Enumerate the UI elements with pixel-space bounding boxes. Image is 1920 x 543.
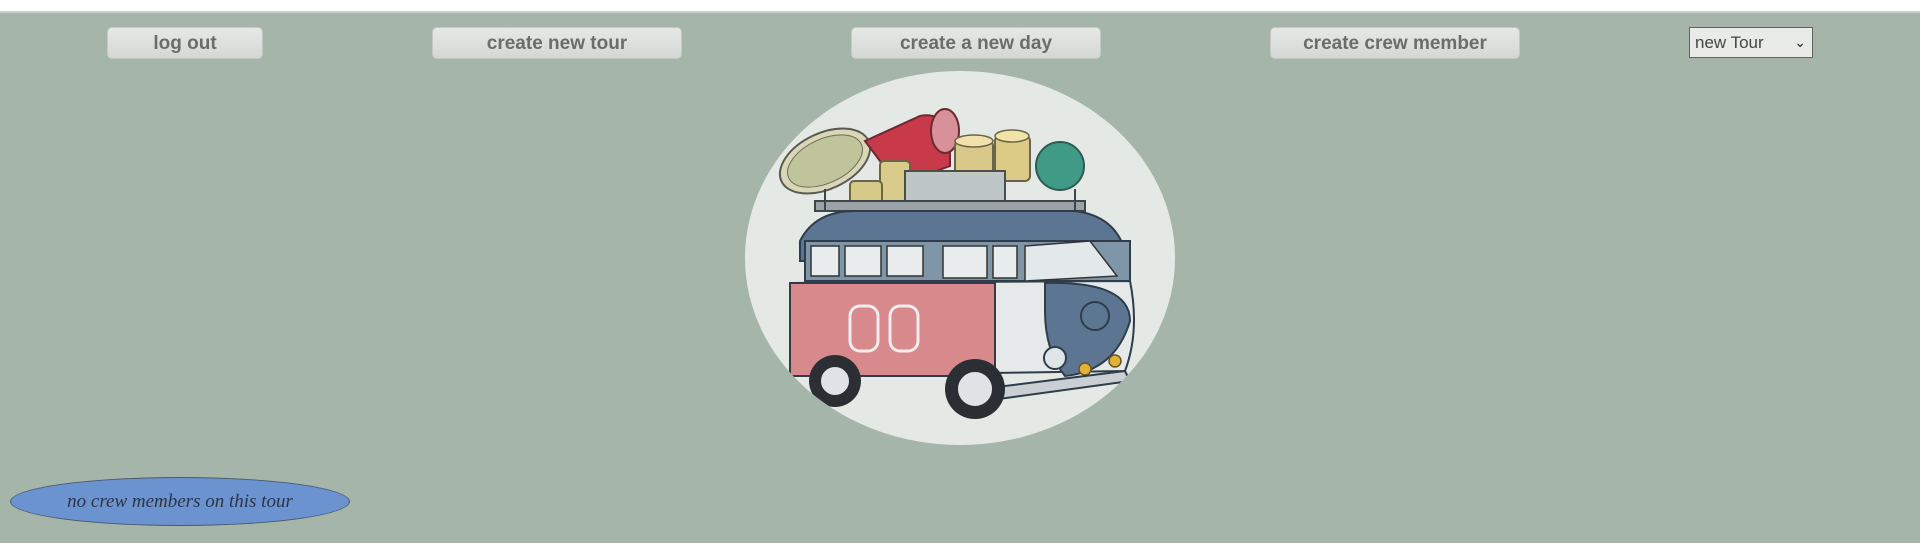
top-border: [0, 0, 1920, 13]
van-illustration: [778, 108, 1135, 419]
tour-select-value: new Tour: [1695, 33, 1764, 52]
create-day-button[interactable]: create a new day: [851, 27, 1101, 59]
tour-select[interactable]: new Tour ⌄: [1689, 27, 1813, 58]
chevron-down-icon: ⌄: [1794, 34, 1806, 50]
tour-van-image: [745, 71, 1175, 445]
no-crew-message: no crew members on this tour: [10, 477, 350, 526]
logout-button[interactable]: log out: [107, 27, 263, 59]
create-tour-button[interactable]: create new tour: [432, 27, 682, 59]
create-crew-button[interactable]: create crew member: [1270, 27, 1520, 59]
